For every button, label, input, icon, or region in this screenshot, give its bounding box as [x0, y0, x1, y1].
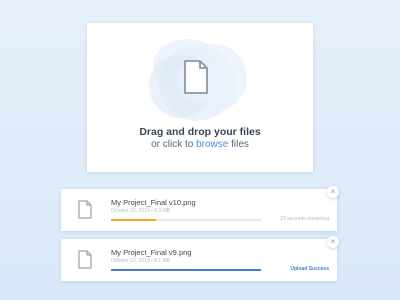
upload-status: Upload Success: [290, 266, 329, 272]
upload-status: 23 seconds remaining: [280, 216, 329, 222]
dropzone-subtitle: or click to browse files: [87, 139, 313, 150]
progress-fill: [111, 219, 156, 221]
file-name: My Project_Final v10.png: [111, 198, 196, 207]
file-icon: [78, 200, 92, 219]
file-icon: [78, 250, 92, 269]
browse-link[interactable]: browse: [196, 139, 228, 150]
file-name: My Project_Final v9.png: [111, 248, 192, 257]
dropzone-title: Drag and drop your files: [139, 126, 261, 138]
close-icon[interactable]: ×: [327, 186, 339, 198]
file-icon: [184, 60, 208, 94]
progress-track: [111, 219, 261, 221]
file-dropzone[interactable]: Drag and drop your files or click to bro…: [87, 23, 313, 172]
dropzone-sub-suffix: files: [231, 139, 249, 150]
close-icon[interactable]: ×: [327, 236, 339, 248]
upload-item: My Project_Final v9.png October 22, 2019…: [61, 239, 337, 281]
file-meta: October 22, 2019 • 8.1 MB: [111, 258, 171, 264]
progress-track: [111, 269, 261, 271]
upload-item: My Project_Final v10.png October 22, 201…: [61, 189, 337, 231]
file-meta: October 22, 2019 • 8.3 MB: [111, 208, 171, 214]
dropzone-sub-prefix: or click to: [151, 139, 194, 150]
progress-fill: [111, 269, 261, 271]
